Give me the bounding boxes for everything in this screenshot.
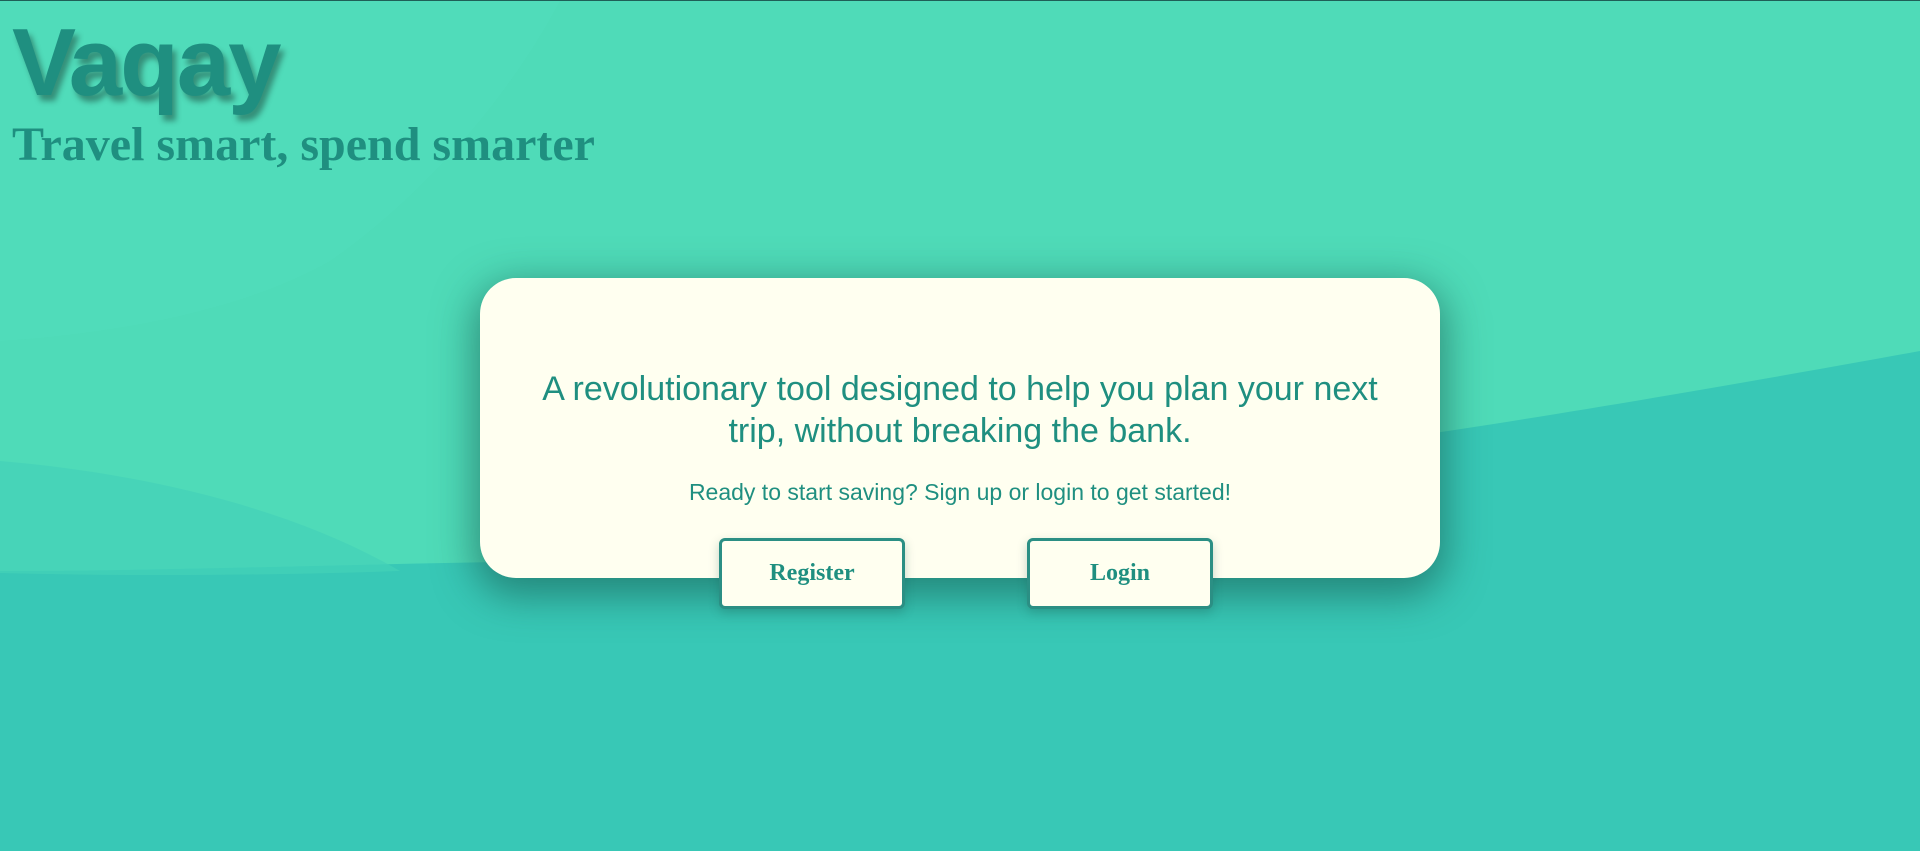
app-logo: Vaqay xyxy=(12,9,282,116)
hero-subtext: Ready to start saving? Sign up or login … xyxy=(688,479,1232,505)
register-button[interactable]: Register xyxy=(719,538,905,609)
login-button[interactable]: Login xyxy=(1027,538,1213,609)
hero-card: A revolutionary tool designed to help yo… xyxy=(480,278,1440,578)
hero-headline: A revolutionary tool designed to help yo… xyxy=(542,370,1378,450)
app-tagline: Travel smart, spend smarter xyxy=(12,118,595,171)
brand-header: Vaqay Travel smart, spend smarter xyxy=(12,15,595,169)
